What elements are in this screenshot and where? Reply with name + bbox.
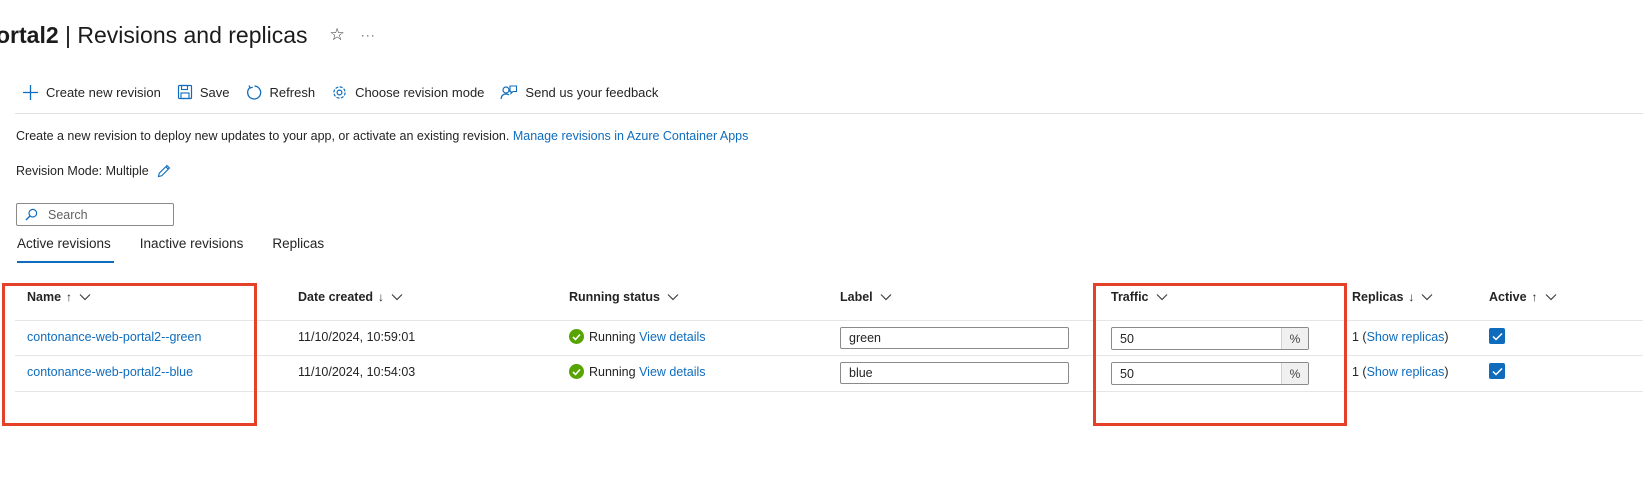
column-header-label-label: Label xyxy=(840,290,873,304)
column-header-status[interactable]: Running status xyxy=(569,290,679,304)
view-details-link[interactable]: View details xyxy=(639,365,705,379)
row-divider xyxy=(15,391,1643,392)
chevron-down-icon xyxy=(1545,294,1556,301)
manage-revisions-link[interactable]: Manage revisions in Azure Container Apps xyxy=(513,129,749,143)
date-created: 11/10/2024, 10:59:01 xyxy=(298,329,416,344)
toolbar-divider xyxy=(15,113,1643,114)
save-button[interactable]: Save xyxy=(177,84,230,100)
replica-close: ) xyxy=(1444,364,1449,379)
status-text: Running xyxy=(589,329,636,344)
chevron-down-icon xyxy=(1421,294,1433,301)
description-text: Create a new revision to deploy new upda… xyxy=(16,129,510,143)
traffic-column-highlight xyxy=(1093,283,1347,426)
sort-ascending-icon: ↑ xyxy=(1531,290,1538,304)
edit-pencil-icon[interactable] xyxy=(156,163,172,179)
favorite-star-icon[interactable]: ☆ xyxy=(330,25,345,45)
feedback-label: Send us your feedback xyxy=(525,84,659,100)
check-circle-icon xyxy=(569,329,584,344)
column-header-active-label: Active xyxy=(1489,290,1527,304)
active-checkbox[interactable] xyxy=(1489,363,1505,379)
resource-name: ortal2 xyxy=(0,21,59,48)
choose-revision-mode-label: Choose revision mode xyxy=(355,84,485,100)
create-revision-label: Create new revision xyxy=(46,84,161,100)
more-options-icon[interactable]: ··· xyxy=(361,28,376,42)
replicas-cell: 1 (Show replicas) xyxy=(1352,363,1449,380)
gear-icon xyxy=(333,85,346,99)
refresh-label: Refresh xyxy=(269,84,316,100)
refresh-button[interactable]: Refresh xyxy=(246,84,316,101)
description: Create a new revision to deploy new upda… xyxy=(16,129,748,143)
column-header-active[interactable]: Active ↑ xyxy=(1489,290,1557,304)
column-header-label[interactable]: Label xyxy=(840,290,892,304)
plus-icon xyxy=(23,84,38,100)
replica-count: 1 ( xyxy=(1352,364,1367,379)
column-header-replicas-label: Replicas xyxy=(1352,290,1404,304)
search-input[interactable] xyxy=(48,207,158,222)
page-title: ortal2 | Revisions and replicas xyxy=(0,22,308,49)
running-status: Running View details xyxy=(569,363,706,380)
show-replicas-link[interactable]: Show replicas xyxy=(1367,365,1445,379)
search-icon xyxy=(25,208,38,221)
name-column-highlight xyxy=(2,283,257,426)
status-text: Running xyxy=(589,364,636,379)
column-header-status-label: Running status xyxy=(569,290,660,304)
revision-mode: Revision Mode: Multiple xyxy=(16,163,172,179)
column-header-date[interactable]: Date created ↓ xyxy=(298,290,403,304)
replicas-cell: 1 (Show replicas) xyxy=(1352,328,1449,345)
active-checkbox[interactable] xyxy=(1489,328,1505,344)
refresh-icon xyxy=(246,84,261,100)
search-box[interactable] xyxy=(16,203,174,226)
create-revision-button[interactable]: Create new revision xyxy=(22,84,161,101)
revision-mode-label: Revision Mode: Multiple xyxy=(16,164,149,178)
tab-list: Active revisions Inactive revisions Repl… xyxy=(17,234,353,263)
feedback-icon xyxy=(500,84,518,99)
row-divider xyxy=(15,355,1643,356)
running-status: Running View details xyxy=(569,328,706,345)
sort-descending-icon: ↓ xyxy=(1408,290,1415,304)
choose-revision-mode-button[interactable]: Choose revision mode xyxy=(331,84,484,101)
checkmark-icon xyxy=(1491,367,1503,376)
sort-descending-icon: ↓ xyxy=(378,290,385,304)
page-header: ortal2 | Revisions and replicas ☆ ··· xyxy=(0,18,376,52)
checkmark-icon xyxy=(1491,332,1503,341)
replica-count: 1 ( xyxy=(1352,329,1367,344)
column-header-replicas[interactable]: Replicas ↓ xyxy=(1352,290,1433,304)
chevron-down-icon xyxy=(391,294,403,301)
date-created: 11/10/2024, 10:54:03 xyxy=(298,364,416,379)
check-circle-icon xyxy=(569,364,584,379)
tab-active-revisions[interactable]: Active revisions xyxy=(17,234,114,263)
blade-name: Revisions and replicas xyxy=(77,21,308,48)
label-input[interactable] xyxy=(840,362,1069,384)
tab-replicas[interactable]: Replicas xyxy=(272,234,324,262)
label-input[interactable] xyxy=(840,327,1069,349)
save-icon xyxy=(177,84,192,100)
column-header-date-label: Date created xyxy=(298,290,374,304)
chevron-down-icon xyxy=(667,294,679,301)
tab-inactive-revisions[interactable]: Inactive revisions xyxy=(140,234,244,262)
header-divider xyxy=(15,320,1643,321)
title-separator: | xyxy=(58,21,78,48)
command-bar: Create new revision Save Refresh Choose … xyxy=(22,80,674,104)
feedback-button[interactable]: Send us your feedback xyxy=(500,84,658,101)
save-label: Save xyxy=(199,84,230,100)
show-replicas-link[interactable]: Show replicas xyxy=(1367,330,1445,344)
chevron-down-icon xyxy=(880,294,892,301)
view-details-link[interactable]: View details xyxy=(639,330,705,344)
replica-close: ) xyxy=(1444,329,1449,344)
